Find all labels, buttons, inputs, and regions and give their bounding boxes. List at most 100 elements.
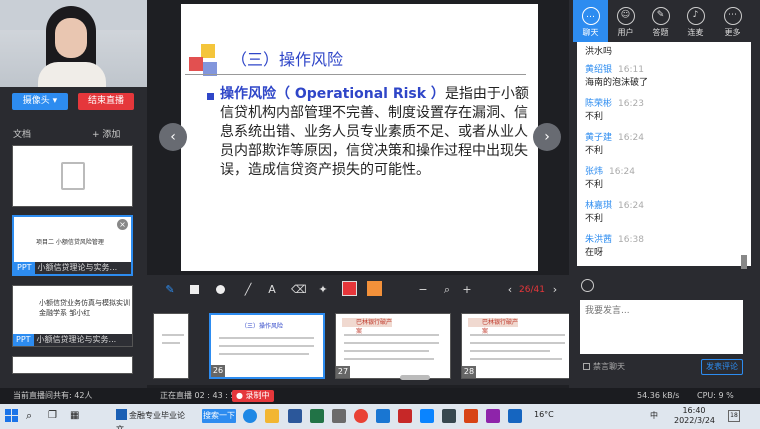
page-prev-icon[interactable]: ‹	[505, 282, 515, 298]
chat-message: 朱洪茜 16:38 在呀	[585, 232, 644, 258]
chat-scrollbar[interactable]	[741, 255, 747, 269]
slide-thumbnails: （三）操作风险 26 巴林银行破产案 27 巴林银行破产案 28	[147, 305, 577, 385]
tab-chat[interactable]: … 聊天	[573, 0, 608, 42]
cpu-usage: CPU: 9 %	[697, 391, 734, 400]
thumbnail-scrollbar[interactable]	[400, 375, 430, 380]
chat-user: 朱洪茜	[585, 235, 613, 245]
tab-quiz[interactable]: ✎ 答题	[643, 0, 678, 42]
thumbnail-line	[470, 350, 550, 352]
app-icon[interactable]	[398, 409, 412, 423]
app-icon[interactable]	[376, 409, 390, 423]
mute-chat-toggle[interactable]: 禁言聊天	[583, 361, 625, 372]
clock-time: 16:40	[682, 406, 706, 415]
document-item-active[interactable]: 项目二 小额信贷风险管理 × PPT 小额信贷理论与实务...	[12, 215, 133, 276]
search-icon[interactable]: ⌕	[26, 409, 40, 423]
more-icon: ⋯	[723, 7, 742, 25]
app-icon[interactable]	[486, 409, 500, 423]
chat-messages: 洪水吗 黄绍银 16:11 海南的泡沫破了 陈荣彬 16:23 不利 黄子建 16:2…	[577, 42, 751, 266]
chat-text: 海南的泡沫破了	[585, 78, 649, 88]
tab-more[interactable]: ⋯ 更多	[715, 0, 750, 42]
taskbar-word-window[interactable]: 金融专业毕业论文...	[116, 409, 196, 429]
chat-text: 不利	[585, 112, 604, 122]
chat-user: 黄绍银	[585, 65, 613, 75]
chat-input[interactable]	[580, 300, 743, 354]
thumbnail-line	[470, 358, 562, 360]
zoom-in-icon[interactable]: +	[461, 282, 473, 298]
document-item[interactable]	[12, 145, 133, 207]
taskbar-search-button[interactable]: 搜索一下	[202, 409, 236, 423]
emoji-icon[interactable]	[581, 279, 594, 292]
camera-preview	[0, 0, 147, 87]
chat-input-area: 禁言聊天 发表评论	[577, 272, 751, 382]
excel-icon[interactable]	[310, 409, 324, 423]
chat-icon: …	[581, 7, 600, 25]
next-slide-button[interactable]: ›	[533, 123, 561, 151]
chat-message: 林嘉琪 16:24 不利	[585, 198, 644, 224]
send-button[interactable]: 发表评论	[701, 359, 743, 375]
circle-icon[interactable]	[216, 285, 225, 294]
thumbnail-number: 27	[336, 366, 350, 378]
app-icon[interactable]	[332, 409, 346, 423]
chat-time: 16:24	[609, 167, 635, 177]
document-slide-title: 小额信贷业务仿真与模拟实训 金融学系 邹小红	[39, 298, 130, 318]
chat-time: 16:23	[618, 99, 644, 109]
chat-message: 黄子建 16:24 不利	[585, 130, 644, 156]
checkbox-icon[interactable]	[583, 363, 590, 370]
weather-temperature[interactable]: 16°C	[534, 410, 554, 419]
document-item[interactable]: 小额信贷业务仿真与模拟实训 金融学系 邹小红 PPT 小额信贷理论与实务...	[12, 285, 133, 347]
chat-message: 黄绍银 16:11 海南的泡沫破了	[585, 62, 648, 88]
thumbnail[interactable]: 巴林银行破产案 27	[335, 313, 451, 379]
eraser-icon[interactable]: ⌫	[291, 282, 307, 298]
panel-tabs: … 聊天 ☺ 用户 ✎ 答题 ♪ 连麦 ⋯ 更多	[569, 0, 760, 42]
text-icon[interactable]: A	[266, 282, 278, 298]
add-document-button[interactable]: + 添加	[92, 127, 120, 140]
task-view-icon[interactable]: ❐	[48, 409, 62, 423]
previous-slide-button[interactable]: ‹	[159, 123, 187, 151]
windows-start-icon[interactable]	[5, 409, 19, 423]
document-item[interactable]	[12, 356, 133, 374]
search-icon[interactable]: ⌕	[440, 282, 454, 298]
app-icon[interactable]	[508, 409, 522, 423]
tab-users[interactable]: ☺ 用户	[608, 0, 643, 42]
chat-user: 陈荣彬	[585, 99, 613, 109]
color-red-swatch[interactable]	[342, 281, 357, 296]
thumbnail[interactable]	[153, 313, 189, 379]
color-orange-swatch[interactable]	[367, 281, 382, 296]
windows-logo-tile	[5, 409, 11, 415]
clear-brush-icon[interactable]: ✦	[316, 282, 330, 298]
app-icon[interactable]	[442, 409, 456, 423]
thumbnail-active[interactable]: （三）操作风险 26	[209, 313, 325, 379]
line-icon[interactable]: ╱	[241, 282, 255, 298]
add-document-label: 添加	[102, 130, 121, 140]
slide-divider	[185, 74, 526, 75]
powerpoint-icon[interactable]	[464, 409, 478, 423]
windows-logo-tile	[5, 416, 11, 422]
presenter-body	[38, 62, 106, 87]
chrome-icon[interactable]	[354, 409, 368, 423]
pen-icon[interactable]: ✎	[163, 282, 177, 298]
rectangle-icon[interactable]	[190, 285, 199, 294]
close-icon[interactable]: ×	[117, 219, 128, 230]
zoom-out-icon[interactable]: −	[417, 282, 429, 298]
notification-icon[interactable]: 18	[728, 410, 740, 422]
current-slide: （三）操作风险 操作风险（ Operational Risk ）是指由于小额信贷…	[181, 4, 538, 271]
tab-mic[interactable]: ♪ 连麦	[678, 0, 713, 42]
taskbar-clock[interactable]: 16:40 2022/3/24	[674, 406, 716, 426]
thumbnail-line	[344, 342, 439, 344]
thumbnail-line	[162, 342, 180, 344]
chat-message: 张炜 16:24 不利	[585, 164, 635, 190]
thumbnail[interactable]: 巴林银行破产案 28	[461, 313, 577, 379]
app-icon[interactable]	[420, 409, 434, 423]
folder-icon[interactable]	[265, 409, 279, 423]
input-method-indicator[interactable]: 中	[650, 410, 658, 421]
clock-date: 2022/3/24	[674, 416, 716, 425]
slide-stage: （三）操作风险 操作风险（ Operational Risk ）是指由于小额信贷…	[147, 0, 569, 275]
recording-badge[interactable]: ● 录制中	[232, 390, 274, 402]
word-app-icon[interactable]	[288, 409, 302, 423]
widgets-icon[interactable]: ▦	[70, 409, 84, 423]
end-live-button[interactable]: 结束直播	[78, 93, 134, 110]
page-next-icon[interactable]: ›	[550, 282, 560, 298]
chat-time: 16:11	[618, 65, 644, 75]
camera-button[interactable]: 摄像头 ▾	[12, 93, 68, 110]
edge-icon[interactable]	[243, 409, 257, 423]
